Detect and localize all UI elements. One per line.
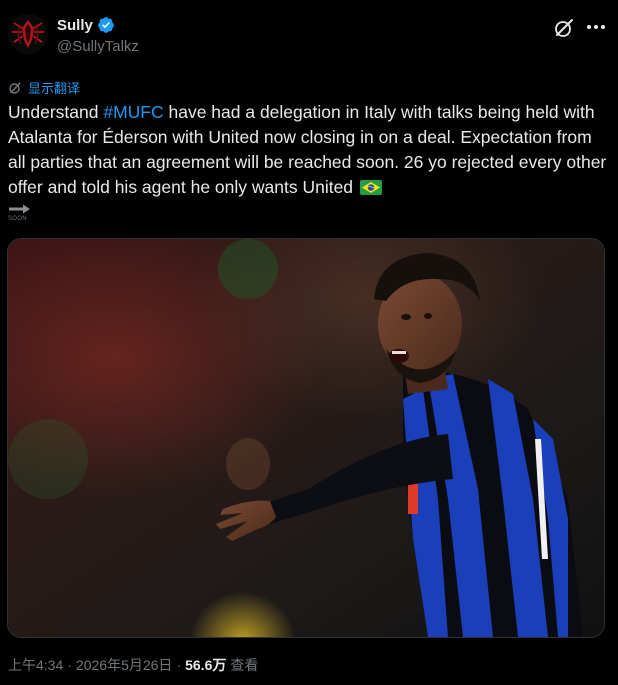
- views-label: 查看: [230, 657, 259, 673]
- soon-arrow-icon: [9, 204, 30, 214]
- meta-separator: ·: [67, 657, 72, 673]
- tweet-date[interactable]: 2026年5月26日: [76, 655, 173, 675]
- hashtag-link[interactable]: #MUFC: [103, 102, 163, 122]
- author-handle[interactable]: @SullyTalkz: [57, 38, 139, 55]
- tweet-time[interactable]: 上午4:34: [8, 655, 63, 675]
- tweet-text: Understand #MUFC have had a delegation i…: [8, 100, 608, 200]
- grok-icon[interactable]: [553, 17, 575, 39]
- avatar[interactable]: [8, 14, 48, 54]
- soon-label: SOON: [8, 216, 27, 222]
- views-count: 56.6万: [185, 657, 227, 673]
- show-translation-button[interactable]: 显示翻译: [8, 78, 80, 97]
- more-icon[interactable]: [585, 22, 607, 32]
- avatar-spider-logo: [8, 14, 48, 54]
- show-translation-label: 显示翻译: [28, 81, 81, 96]
- tweet-text-intro: Understand: [8, 102, 104, 122]
- soon-marker: SOON: [8, 202, 34, 226]
- author-display-name[interactable]: Sully: [57, 17, 93, 34]
- tweet-image[interactable]: [7, 238, 605, 638]
- tweet-meta: 上午4:34 · 2026年5月26日 · 56.6万 查看: [8, 655, 258, 675]
- translate-icon: [9, 81, 21, 94]
- verified-badge-icon[interactable]: [97, 16, 115, 34]
- author-name-row[interactable]: Sully: [57, 16, 115, 34]
- meta-separator: ·: [176, 657, 182, 673]
- football-player-photo: [8, 239, 604, 637]
- brazil-flag-icon: [359, 180, 382, 195]
